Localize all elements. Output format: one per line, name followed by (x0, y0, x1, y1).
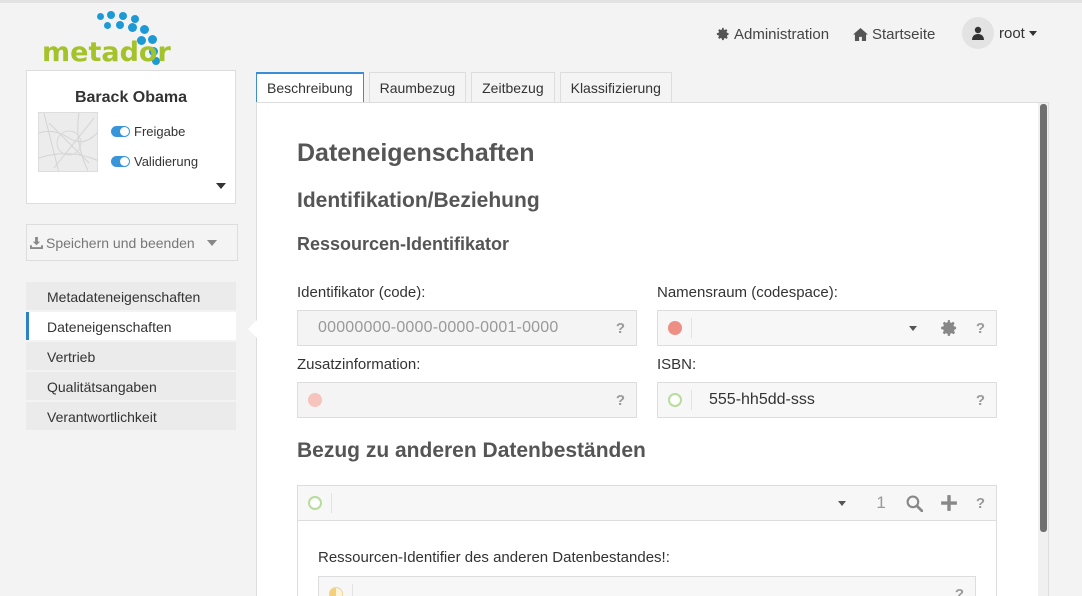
chevron-down-icon[interactable] (908, 325, 917, 331)
codespace-select[interactable]: ? (657, 310, 997, 346)
chevron-down-icon (1028, 30, 1037, 36)
toggle-freigabe-label: Freigabe (134, 124, 186, 139)
sidenav-item-dateneigenschaften[interactable]: Dateneigenschaften (26, 312, 236, 340)
code-label: Identifikator (code): (297, 284, 426, 301)
field-separator (352, 584, 353, 596)
nav-administration-label: Administration (734, 25, 830, 43)
status-warning-icon (329, 587, 343, 596)
sidenav-item-qualitaetsangaben[interactable]: Qualitätsangaben (26, 372, 236, 400)
user-menu[interactable]: root (962, 15, 1037, 51)
tab-klassifizierung[interactable]: Klassifizierung (559, 72, 672, 103)
nav-startseite-label: Startseite (872, 25, 936, 43)
code-value: 00000000-0000-0000-0001-0000 (318, 319, 559, 336)
search-icon[interactable] (906, 495, 923, 512)
toggle-freigabe[interactable]: Freigabe (111, 124, 185, 139)
help-icon[interactable]: ? (616, 320, 625, 337)
section-nav: Metadateneigenschaften Dateneigenschafte… (26, 282, 236, 432)
gear-icon[interactable] (940, 319, 958, 337)
save-and-exit-label: Speichern und beenden (46, 234, 195, 251)
page-title: Dateneigenschaften (297, 139, 535, 167)
toggle-switch (111, 156, 130, 167)
map-thumbnail-icon (39, 113, 97, 171)
related-datasets-box: 1 ? Ressourcen-Identifier des anderen Da… (297, 485, 997, 596)
help-icon[interactable]: ? (976, 495, 985, 512)
nav-administration[interactable]: Administration (716, 19, 829, 49)
chevron-down-icon (206, 239, 217, 246)
user-icon (972, 26, 984, 40)
field-separator (691, 390, 692, 410)
toggle-validierung[interactable]: Validierung (111, 154, 198, 169)
related-datasets-heading: Bezug zu anderen Datenbeständen (297, 439, 646, 462)
record-card: Barack Obama Freigabe Validierung (26, 70, 236, 204)
home-icon (853, 27, 868, 41)
help-icon[interactable]: ? (976, 392, 985, 409)
field-separator (331, 493, 332, 513)
help-icon[interactable]: ? (976, 320, 985, 337)
sidenav-item-verantwortlichkeit[interactable]: Verantwortlichkeit (26, 402, 236, 430)
toggle-validierung-label: Validierung (134, 154, 199, 169)
section-heading: Identifikation/Beziehung (297, 189, 540, 212)
metador-logo[interactable]: metador (42, 9, 171, 68)
save-and-exit-button[interactable]: Speichern und beenden (26, 224, 238, 261)
extra-info-field[interactable]: ? (297, 382, 637, 418)
tab-beschreibung[interactable]: Beschreibung (256, 72, 364, 103)
item-count: 1 (876, 493, 886, 512)
sidenav-item-metadateneigenschaften[interactable]: Metadateneigenschaften (26, 282, 236, 310)
toggle-switch (111, 126, 130, 137)
isbn-value: 555-hh5dd-sss (709, 391, 815, 408)
status-disabled-icon (308, 393, 322, 407)
nav-startseite[interactable]: Startseite (853, 19, 935, 49)
isbn-field[interactable]: 555-hh5dd-sss ? (657, 382, 997, 418)
active-section-pointer (248, 320, 257, 338)
related-identifier-field[interactable]: ? (318, 576, 976, 596)
extra-info-label: Zusatzinformation: (297, 356, 421, 373)
help-icon[interactable]: ? (616, 392, 625, 409)
subsection-heading: Ressourcen-Identifikator (297, 234, 510, 254)
tab-raumbezug[interactable]: Raumbezug (368, 72, 467, 103)
status-ok-icon (308, 496, 322, 510)
status-error-icon (668, 321, 682, 335)
field-separator (691, 318, 692, 338)
status-ok-icon (668, 393, 682, 407)
code-field[interactable]: 00000000-0000-0000-0001-0000 ? (297, 310, 637, 346)
tab-bar: Beschreibung Raumbezug Zeitbezug Klassif… (256, 72, 677, 103)
tab-zeitbezug[interactable]: Zeitbezug (471, 72, 555, 103)
isbn-label: ISBN: (657, 356, 697, 373)
plus-icon[interactable] (940, 494, 958, 512)
card-expand-icon[interactable] (216, 183, 226, 189)
sidenav-item-vertrieb[interactable]: Vertrieb (26, 342, 236, 370)
logo-text: metador (42, 37, 171, 68)
record-thumbnail (38, 112, 98, 172)
chevron-down-icon[interactable] (838, 500, 847, 506)
gear-icon (716, 27, 729, 41)
related-field-label: Ressourcen-Identifier des anderen Datenb… (318, 549, 670, 566)
related-datasets-header[interactable]: 1 ? (298, 486, 996, 521)
user-name: root (999, 24, 1025, 42)
codespace-label: Namensraum (codespace): (657, 284, 838, 301)
user-avatar (962, 17, 994, 49)
help-icon[interactable]: ? (955, 586, 964, 596)
record-title: Barack Obama (74, 89, 188, 106)
download-icon (30, 236, 43, 249)
scrollbar-thumb[interactable] (1040, 104, 1047, 532)
